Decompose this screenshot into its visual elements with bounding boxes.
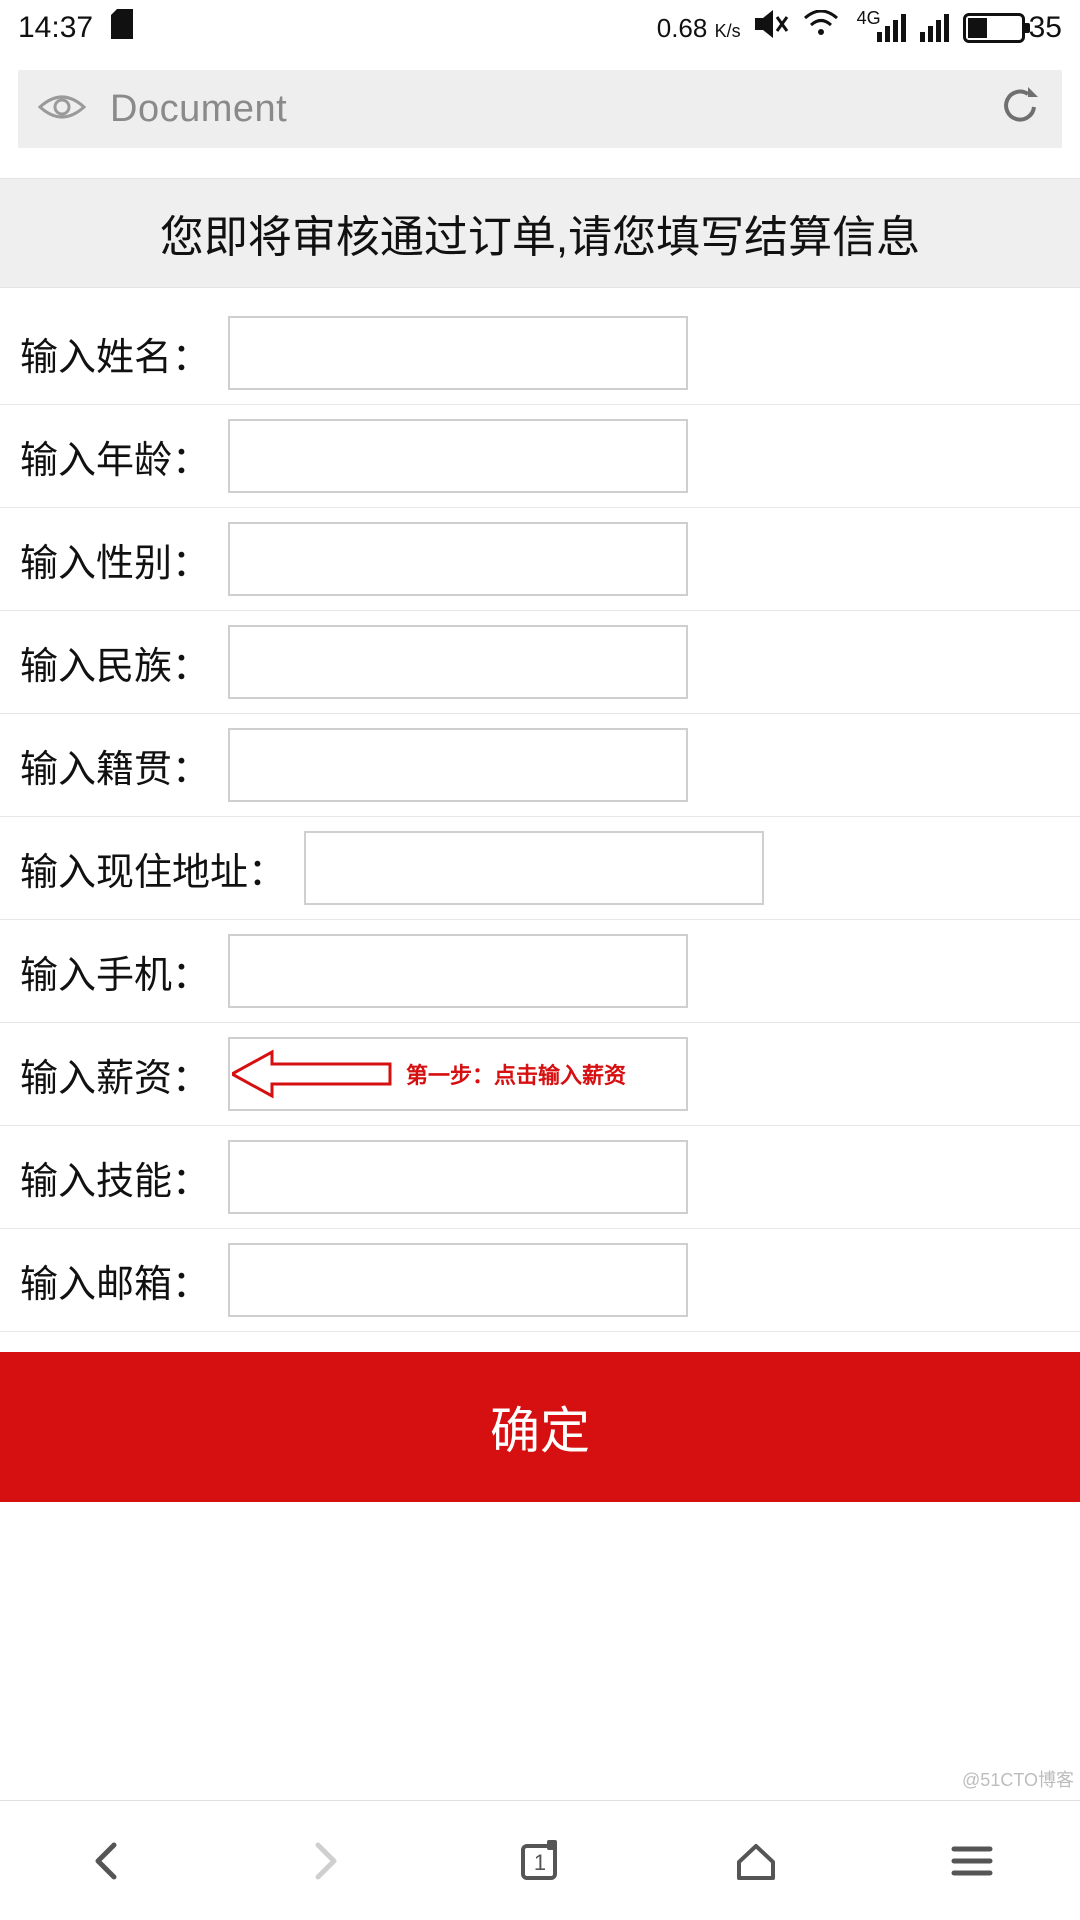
- net-type-label: 4G: [857, 8, 881, 29]
- volume-mute-icon: [755, 9, 789, 47]
- row-address: 输入现住地址：: [0, 817, 1080, 920]
- signal-icon-2: [920, 14, 949, 42]
- row-gender: 输入性别：: [0, 508, 1080, 611]
- input-gender[interactable]: [228, 522, 688, 596]
- sd-card-icon: [109, 9, 135, 47]
- label-email: 输入邮箱：: [20, 1253, 210, 1308]
- net-speed-unit: K/s: [715, 21, 741, 41]
- input-name[interactable]: [228, 316, 688, 390]
- row-age: 输入年龄：: [0, 405, 1080, 508]
- input-skill[interactable]: [228, 1140, 688, 1214]
- label-skill: 输入技能：: [20, 1150, 210, 1205]
- row-ethnicity: 输入民族：: [0, 611, 1080, 714]
- input-birthplace[interactable]: [228, 728, 688, 802]
- bottom-nav: 1: [0, 1800, 1080, 1920]
- settlement-form: 输入姓名： 输入年龄： 输入性别： 输入民族： 输入籍贯： 输入现住地址： 输入…: [0, 302, 1080, 1332]
- input-salary[interactable]: [228, 1037, 688, 1111]
- signal-icon: [877, 14, 906, 42]
- label-ethnicity: 输入民族：: [20, 635, 210, 690]
- nav-menu-button[interactable]: [940, 1829, 1004, 1893]
- row-phone: 输入手机：: [0, 920, 1080, 1023]
- label-salary: 输入薪资：: [20, 1047, 210, 1102]
- row-email: 输入邮箱：: [0, 1229, 1080, 1332]
- battery-indicator: 35: [963, 11, 1062, 45]
- row-skill: 输入技能：: [0, 1126, 1080, 1229]
- eye-icon: [38, 91, 86, 128]
- wifi-icon: [803, 10, 839, 46]
- nav-home-button[interactable]: [724, 1829, 788, 1893]
- status-right: 0.68 K/s 4G 35: [657, 9, 1062, 47]
- label-gender: 输入性别：: [20, 532, 210, 587]
- label-birthplace: 输入籍贯：: [20, 738, 210, 793]
- label-phone: 输入手机：: [20, 944, 210, 999]
- watermark: @51CTO博客: [962, 1766, 1074, 1792]
- svg-text:1: 1: [534, 1850, 546, 1875]
- label-name: 输入姓名：: [20, 326, 210, 381]
- nav-back-button[interactable]: [76, 1829, 140, 1893]
- row-name: 输入姓名：: [0, 302, 1080, 405]
- input-email[interactable]: [228, 1243, 688, 1317]
- nav-tabs-button[interactable]: 1: [508, 1829, 572, 1893]
- battery-pct: 35: [1029, 11, 1062, 45]
- input-phone[interactable]: [228, 934, 688, 1008]
- refresh-icon[interactable]: [998, 85, 1042, 134]
- input-age[interactable]: [228, 419, 688, 493]
- address-title: Document: [110, 88, 974, 131]
- nav-forward-button[interactable]: [292, 1829, 356, 1893]
- input-address[interactable]: [304, 831, 764, 905]
- label-age: 输入年龄：: [20, 429, 210, 484]
- status-bar: 14:37 0.68 K/s 4G 35: [0, 0, 1080, 56]
- net-speed-value: 0.68: [657, 13, 708, 43]
- label-address: 输入现住地址：: [20, 841, 286, 896]
- row-salary: 输入薪资： 第一步：点击输入薪资: [0, 1023, 1080, 1126]
- address-bar[interactable]: Document: [18, 70, 1062, 148]
- confirm-button[interactable]: 确定: [0, 1352, 1080, 1502]
- status-left: 14:37: [18, 9, 135, 47]
- status-time: 14:37: [18, 11, 93, 45]
- input-ethnicity[interactable]: [228, 625, 688, 699]
- row-birthplace: 输入籍贯：: [0, 714, 1080, 817]
- page-header: 您即将审核通过订单,请您填写结算信息: [0, 178, 1080, 288]
- status-net-speed: 0.68 K/s: [657, 13, 741, 44]
